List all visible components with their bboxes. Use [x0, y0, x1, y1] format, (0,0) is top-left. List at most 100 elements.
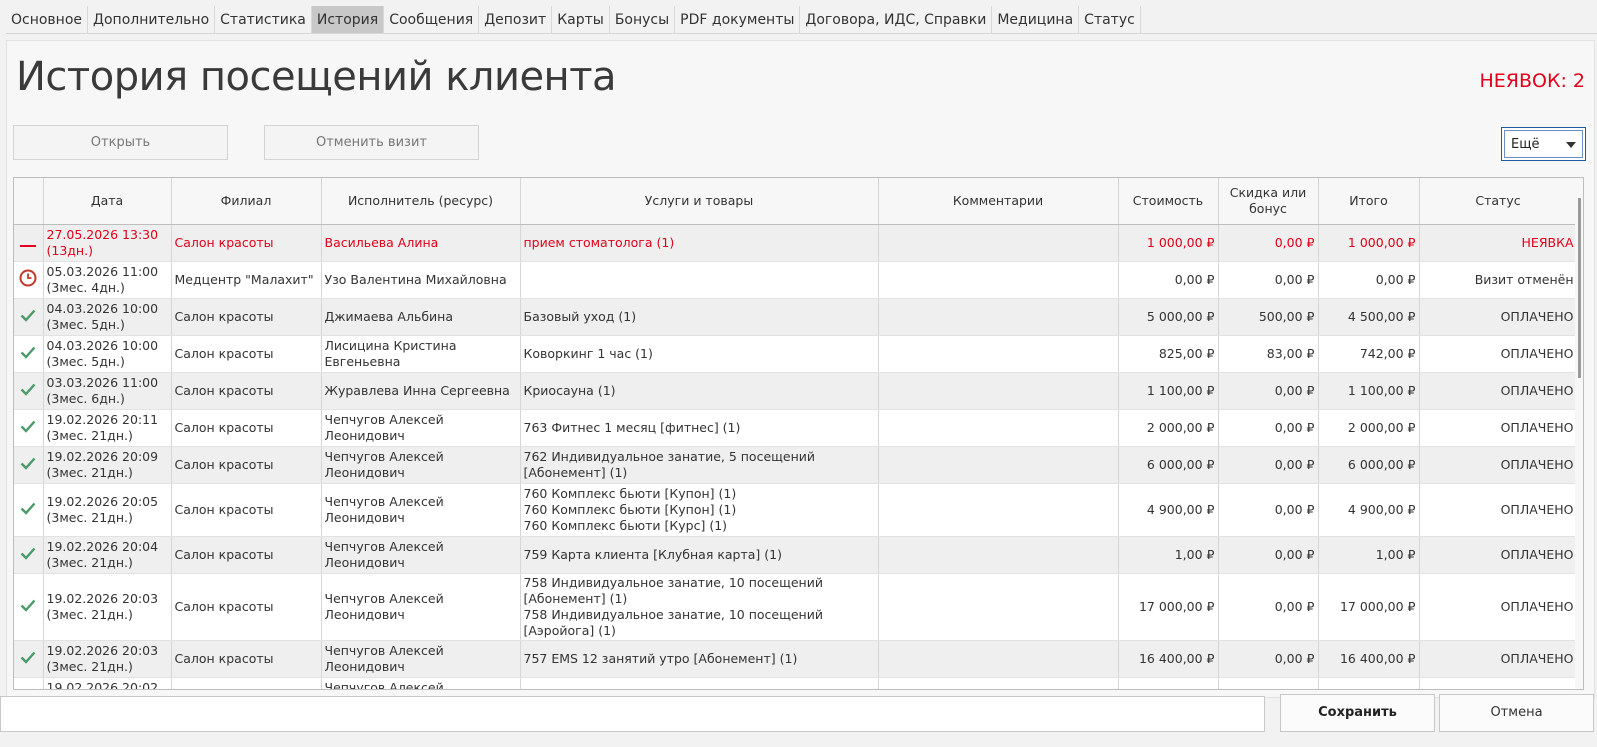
cell-comment — [878, 298, 1119, 336]
cell-comment — [878, 335, 1119, 373]
cell-discount: 0,00 ₽ — [1218, 261, 1319, 299]
more-dropdown[interactable]: Ещё — [1501, 127, 1586, 161]
service-line: Базовый уход (1) — [523, 309, 637, 324]
cell-branch: Салон красоты — [171, 224, 322, 262]
cell-executor: Васильева Алина — [321, 224, 521, 262]
cell-discount: 83,00 ₽ — [1218, 335, 1319, 373]
cell-date: 19.02.2026 20:11 (3мес. 21дн.) — [43, 409, 172, 447]
save-button[interactable]: Сохранить — [1280, 694, 1435, 732]
cell-total: 16 400,00 ₽ — [1318, 640, 1420, 678]
table-row[interactable]: 19.02.2026 20:11 (3мес. 21дн.) Салон красо… — [14, 409, 1578, 447]
grid-scrollbar[interactable] — [1575, 178, 1583, 689]
cell-executor: Чепчугов Алексей Леонидович — [321, 409, 521, 447]
cell-date: 05.03.2026 11:00 (3мес. 4дн.) — [43, 261, 172, 299]
cell-discount: 0,00 ₽ — [1218, 372, 1319, 410]
cell-total: 6 000,00 ₽ — [1318, 446, 1420, 484]
header-branch[interactable]: Филиал — [171, 178, 322, 225]
table-row[interactable]: 04.03.2026 10:00 (3мес. 5дн.) Салон красот… — [14, 298, 1578, 336]
cell-status: ОПЛАЧЕНО — [1419, 335, 1578, 373]
header-total[interactable]: Итого — [1318, 178, 1420, 225]
tab-item[interactable]: Медицина — [992, 6, 1080, 33]
visit-ago: (3мес. 21дн.) — [46, 510, 133, 525]
tab-item[interactable]: Бонусы — [610, 6, 676, 33]
table-row[interactable]: 19.02.2026 20:05 (3мес. 21дн.) Салон красо… — [14, 483, 1578, 537]
table-row[interactable]: 19.02.2026 20:09 (3мес. 21дн.) Салон красо… — [14, 446, 1578, 484]
table-row[interactable]: 19.02.2026 20:03 (3мес. 21дн.) Салон красо… — [14, 573, 1578, 641]
cell-comment — [878, 372, 1119, 410]
header-comments[interactable]: Комментарии — [878, 178, 1119, 225]
tab-item[interactable]: Статистика — [215, 6, 312, 33]
cancel-visit-button[interactable]: Отменить визит — [264, 125, 479, 160]
cell-branch: Салон красоты — [171, 677, 322, 689]
more-dropdown-label: Ещё — [1511, 137, 1540, 152]
tab-item[interactable]: Дополнительно — [88, 6, 216, 33]
header-executor[interactable]: Исполнитель (ресурс) — [321, 178, 521, 225]
cell-branch: Салон красоты — [171, 483, 322, 537]
table-row[interactable]: 05.03.2026 11:00 (3мес. 4дн.) Медцентр "Ма… — [14, 261, 1578, 299]
tab-item[interactable]: Депозит — [479, 6, 553, 33]
tab-item[interactable]: PDF документы — [675, 6, 801, 33]
table-row[interactable]: 04.03.2026 10:00 (3мес. 5дн.) Салон красот… — [14, 335, 1578, 373]
chevron-down-icon — [1566, 142, 1576, 148]
grid-scrollbar-thumb[interactable] — [1578, 198, 1581, 378]
tab-item[interactable]: Договора, ИДС, Справки — [800, 6, 993, 33]
visit-ago: (3мес. 5дн.) — [46, 317, 125, 332]
cell-executor: Чепчугов Алексей Леонидович — [321, 573, 521, 641]
tab-item[interactable]: Статус — [1079, 6, 1141, 33]
cell-comment — [878, 536, 1119, 574]
visit-ago: (3мес. 21дн.) — [46, 465, 133, 480]
cancel-button[interactable]: Отмена — [1439, 694, 1594, 732]
cell-date: 19.02.2026 20:05 (3мес. 21дн.) — [43, 483, 172, 537]
header-discount[interactable]: Скидка или бонус — [1218, 178, 1319, 225]
cell-total: 4 900,00 ₽ — [1318, 483, 1420, 537]
cell-executor: Чепчугов Алексей Леонидович — [321, 536, 521, 574]
cell-total: 1,00 ₽ — [1318, 536, 1420, 574]
service-line: 760 Комплекс бьюти [Курс] (1) — [523, 518, 728, 533]
header-icon-column — [14, 178, 44, 225]
check-icon — [20, 420, 36, 436]
cell-cost: 5 000,00 ₽ — [1118, 298, 1219, 336]
table-row[interactable]: 19.02.2026 20:02(3мес. 21дн.)Салон красо… — [14, 677, 1578, 689]
table-row[interactable]: 03.03.2026 11:00 (3мес. 6дн.) Салон красот… — [14, 372, 1578, 410]
cell-services: 762 Индивидуальное занатие, 5 посещений … — [520, 446, 879, 484]
cell-total: 4 500,00 ₽ — [1318, 298, 1420, 336]
cell-branch: Салон красоты — [171, 573, 322, 641]
tab-item[interactable]: Основное — [6, 6, 89, 33]
check-icon — [20, 383, 36, 399]
cell-cost: 1,00 ₽ — [1118, 536, 1219, 574]
open-button[interactable]: Открыть — [13, 125, 228, 160]
cell-services: 757 EMS 12 занятий утро [Абонемент] (1) — [520, 640, 879, 678]
cell-comment — [878, 640, 1119, 678]
visit-date: 04.03.2026 10:00 — [46, 301, 159, 316]
cell-status: ОПЛАЧЕНО — [1419, 409, 1578, 447]
cell-branch: Медцентр "Малахит" — [171, 261, 322, 299]
cell-discount: 0,00 ₽ — [1218, 677, 1319, 689]
cell-branch: Салон красоты — [171, 446, 322, 484]
header-status[interactable]: Статус — [1419, 178, 1578, 225]
cell-total: 1 000,00 ₽ — [1318, 224, 1420, 262]
cell-date: 03.03.2026 11:00 (3мес. 6дн.) — [43, 372, 172, 410]
tab-item[interactable]: Сообщения — [384, 6, 480, 33]
header-cost[interactable]: Стоимость — [1118, 178, 1219, 225]
visit-date: 27.05.2026 13:30 — [46, 227, 159, 242]
tab-item[interactable]: История — [311, 6, 385, 33]
cell-status: ОПЛАЧЕНО — [1419, 372, 1578, 410]
cell-services — [520, 261, 879, 299]
cell-branch: Салон красоты — [171, 298, 322, 336]
header-services[interactable]: Услуги и товары — [520, 178, 879, 225]
header-date[interactable]: Дата — [43, 178, 172, 225]
cell-date: 19.02.2026 20:02(3мес. 21дн.) — [43, 677, 172, 689]
service-line: прием стоматолога (1) — [523, 235, 675, 250]
visit-ago: (3мес. 5дн.) — [46, 354, 125, 369]
page-title: История посещений клиента — [16, 54, 617, 100]
cell-date: 19.02.2026 20:04 (3мес. 21дн.) — [43, 536, 172, 574]
table-row[interactable]: 19.02.2026 20:04 (3мес. 21дн.) Салон красо… — [14, 536, 1578, 574]
cell-date: 27.05.2026 13:30 (13дн.) — [43, 224, 172, 262]
footer-input[interactable] — [0, 696, 1265, 732]
tab-item[interactable]: Карты — [552, 6, 610, 33]
table-row[interactable]: 19.02.2026 20:03 (3мес. 21дн.) Салон красо… — [14, 640, 1578, 678]
service-line: Коворкинг 1 час (1) — [523, 346, 653, 361]
service-line: 759 Карта клиента [Клубная карта] (1) — [523, 547, 782, 562]
table-row[interactable]: 27.05.2026 13:30 (13дн.) Салон красоты Васи… — [14, 224, 1578, 262]
cell-executor: Узо Валентина Михайловна — [321, 261, 521, 299]
